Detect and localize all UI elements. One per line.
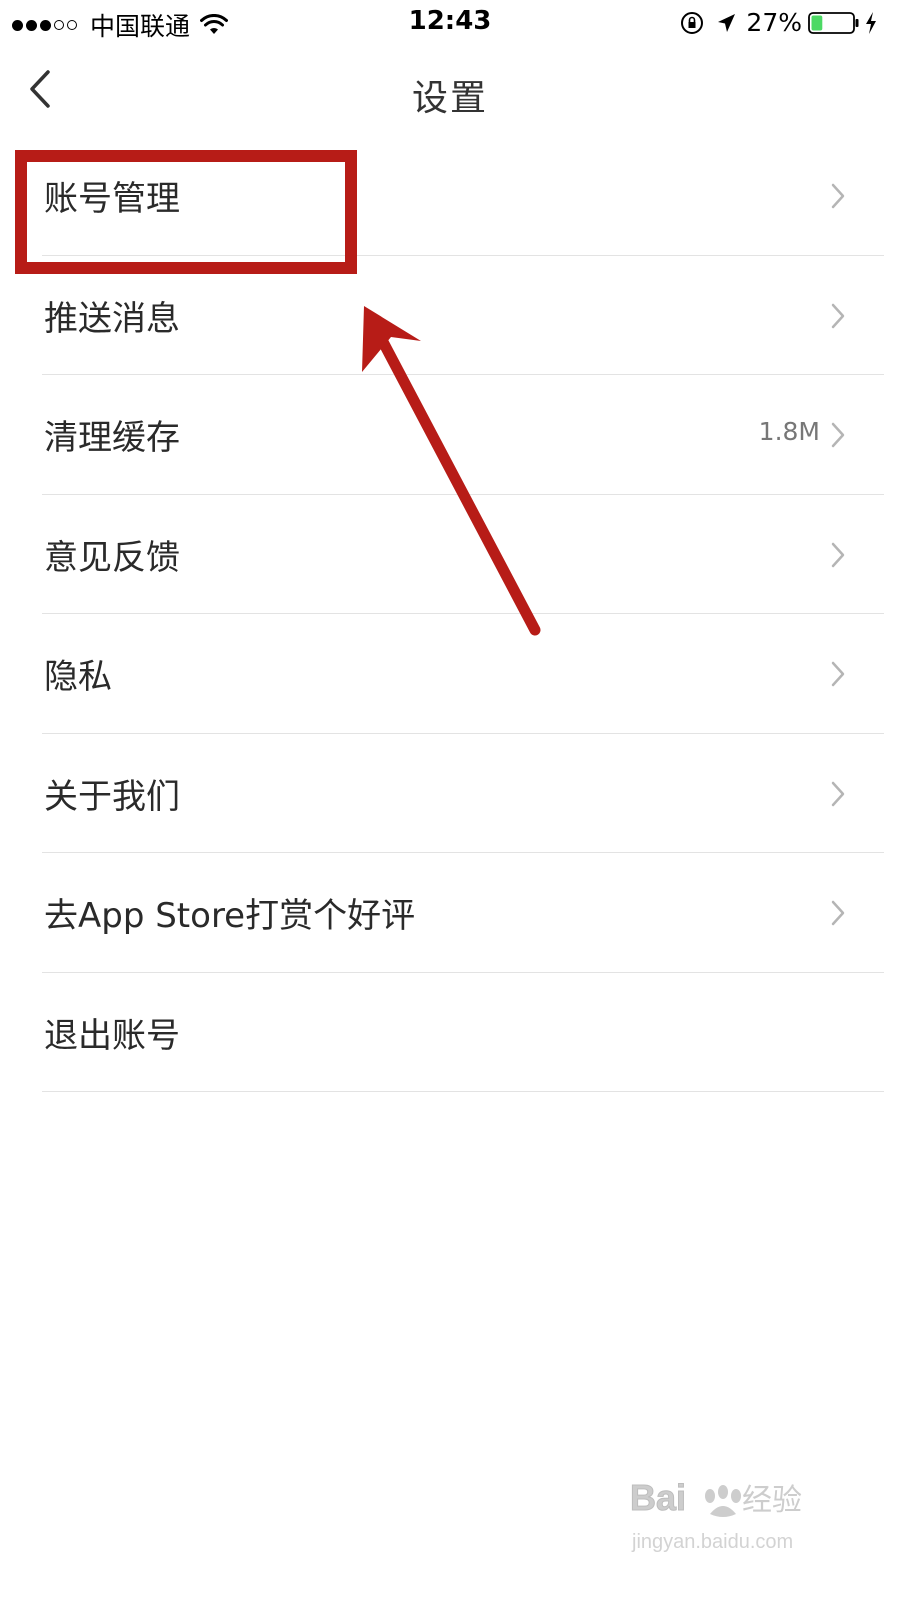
- settings-list: 账号管理 推送消息 清理缓存 1.8M 意见反馈 隐私 关于我们 去App St…: [0, 136, 900, 1092]
- baidu-jingyan-watermark: Bai 经验 jingyan.baidu.com: [630, 1470, 860, 1560]
- chevron-right-icon: [831, 900, 845, 926]
- divider: [42, 1091, 884, 1092]
- settings-item-logout[interactable]: 退出账号: [0, 973, 900, 1092]
- settings-item-clear-cache[interactable]: 清理缓存 1.8M: [0, 375, 900, 495]
- settings-item-feedback[interactable]: 意见反馈: [0, 495, 900, 614]
- chevron-right-icon: [831, 661, 845, 687]
- chevron-right-icon: [831, 303, 845, 328]
- settings-item-label: 账号管理: [44, 179, 180, 219]
- navigation-bar: 设置: [0, 44, 900, 140]
- svg-text:Bai: Bai: [630, 1477, 686, 1518]
- status-bar: 中国联通 12:43 27%: [0, 0, 900, 44]
- settings-item-rate-app-store[interactable]: 去App Store打赏个好评: [0, 853, 900, 973]
- settings-item-about-us[interactable]: 关于我们: [0, 734, 900, 853]
- settings-item-label: 推送消息: [44, 298, 180, 339]
- settings-item-privacy[interactable]: 隐私: [0, 614, 900, 734]
- orientation-lock-icon: [681, 11, 704, 34]
- settings-item-account-management[interactable]: 账号管理: [0, 136, 900, 256]
- svg-text:jingyan.baidu.com: jingyan.baidu.com: [631, 1531, 793, 1553]
- chevron-right-icon: [831, 781, 845, 806]
- battery-icon: [808, 11, 859, 34]
- chevron-right-icon: [831, 422, 845, 448]
- settings-item-label: 清理缓存: [44, 418, 180, 458]
- battery-percent: 27%: [746, 8, 802, 37]
- charging-bolt-icon: [866, 11, 876, 34]
- settings-screen: 中国联通 12:43 27% 设置 账号管理 推送消息 清理缓存 1.8M 意见…: [0, 0, 900, 1600]
- svg-text:经验: 经验: [742, 1484, 802, 1517]
- settings-item-label: 去App Store打赏个好评: [44, 896, 416, 936]
- settings-item-label: 隐私: [44, 657, 112, 697]
- location-arrow-icon: [718, 13, 736, 32]
- cache-size-value: 1.8M: [758, 417, 820, 446]
- settings-item-label: 退出账号: [44, 1015, 180, 1056]
- page-title: 设置: [411, 78, 488, 119]
- baidu-paw-logo: Bai 经验 jingyan.baidu.com: [630, 1477, 802, 1554]
- status-right: 27%: [680, 8, 878, 37]
- settings-item-push-notifications[interactable]: 推送消息: [0, 256, 900, 375]
- chevron-right-icon: [831, 183, 845, 209]
- chevron-right-icon: [831, 542, 845, 567]
- settings-item-label: 关于我们: [44, 776, 180, 817]
- settings-item-label: 意见反馈: [44, 537, 180, 578]
